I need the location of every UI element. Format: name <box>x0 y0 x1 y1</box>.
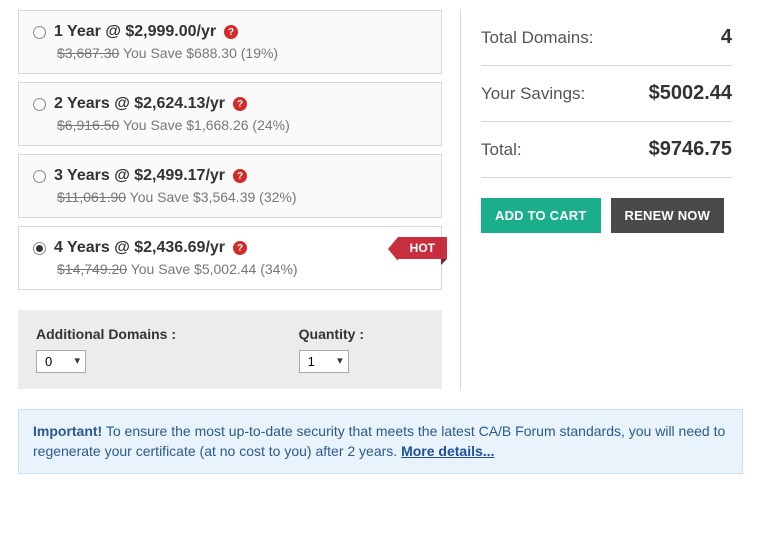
plan-save-text: You Save $1,668.26 (24%) <box>123 117 290 133</box>
plan-save-text: You Save $688.30 (19%) <box>123 45 278 61</box>
plan-original-price: $14,749.20 <box>57 261 127 277</box>
quantity-label: Quantity : <box>299 326 364 342</box>
plan-original-price: $11,061.90 <box>57 189 126 205</box>
plan-option-4yr[interactable]: HOT 4 Years @ $2,436.69/yr ? $14,749.20 … <box>18 226 442 290</box>
total-domains-value: 4 <box>721 26 732 49</box>
total-domains-label: Total Domains: <box>481 28 593 48</box>
quantity-select[interactable]: 1 <box>299 350 349 373</box>
plan-title: 1 Year @ $2,999.00/yr <box>54 23 216 41</box>
more-details-link[interactable]: More details... <box>401 443 494 459</box>
plan-title: 4 Years @ $2,436.69/yr <box>54 239 225 257</box>
notice-body: To ensure the most up-to-date security t… <box>33 423 725 459</box>
total-value: $9746.75 <box>649 138 732 161</box>
plan-title: 2 Years @ $2,624.13/yr <box>54 95 225 113</box>
radio-icon <box>33 242 46 255</box>
radio-icon <box>33 170 46 183</box>
notice-banner: Important! To ensure the most up-to-date… <box>18 409 743 474</box>
radio-icon <box>33 98 46 111</box>
renew-now-button[interactable]: RENEW NOW <box>611 198 725 233</box>
plan-option-3yr[interactable]: 3 Years @ $2,499.17/yr ? $11,061.90 You … <box>18 154 442 218</box>
hot-badge: HOT <box>398 237 447 259</box>
savings-label: Your Savings: <box>481 84 585 104</box>
plan-option-1yr[interactable]: 1 Year @ $2,999.00/yr ? $3,687.30 You Sa… <box>18 10 442 74</box>
plan-save-text: You Save $5,002.44 (34%) <box>131 261 298 277</box>
plan-list: 1 Year @ $2,999.00/yr ? $3,687.30 You Sa… <box>10 10 450 389</box>
additional-domains-select[interactable]: 0 <box>36 350 86 373</box>
total-label: Total: <box>481 140 522 160</box>
help-icon[interactable]: ? <box>233 241 247 255</box>
notice-prefix: Important! <box>33 423 102 439</box>
help-icon[interactable]: ? <box>233 169 247 183</box>
add-to-cart-button[interactable]: ADD TO CART <box>481 198 601 233</box>
summary-panel: Total Domains: 4 Your Savings: $5002.44 … <box>460 10 740 389</box>
additional-domains-label: Additional Domains : <box>36 326 176 342</box>
help-icon[interactable]: ? <box>224 25 238 39</box>
radio-icon <box>33 26 46 39</box>
plan-option-2yr[interactable]: 2 Years @ $2,624.13/yr ? $6,916.50 You S… <box>18 82 442 146</box>
controls-panel: Additional Domains : 0 Quantity : 1 <box>18 310 442 389</box>
plan-title: 3 Years @ $2,499.17/yr <box>54 167 225 185</box>
savings-value: $5002.44 <box>649 82 732 105</box>
plan-save-text: You Save $3,564.39 (32%) <box>130 189 297 205</box>
help-icon[interactable]: ? <box>233 97 247 111</box>
plan-original-price: $6,916.50 <box>57 117 119 133</box>
plan-original-price: $3,687.30 <box>57 45 119 61</box>
